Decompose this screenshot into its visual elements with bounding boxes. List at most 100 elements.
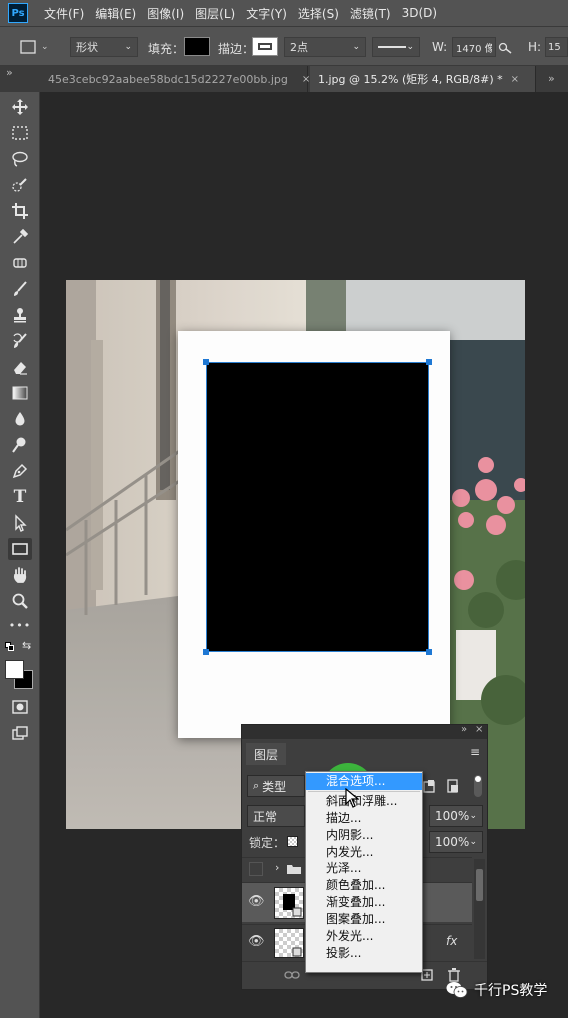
gradient-tool-icon[interactable]: [8, 382, 32, 404]
panel-expand-icon[interactable]: »: [6, 66, 13, 79]
rectangle-tool-icon[interactable]: [8, 538, 32, 560]
shape-mode-select[interactable]: 形状 ⌄: [70, 37, 138, 57]
menu-image[interactable]: 图像(I): [147, 5, 184, 22]
tab-label: 1.jpg @ 15.2% (矩形 4, RGB/8#) *: [318, 73, 503, 86]
width-input[interactable]: 1470 像: [452, 37, 496, 57]
menu-item-pattern-overlay[interactable]: 图案叠加...: [306, 911, 422, 928]
fill-swatch[interactable]: [184, 37, 210, 56]
chevron-down-icon: ⌄: [352, 42, 360, 52]
stroke-swatch[interactable]: [252, 37, 278, 56]
options-bar: ⌄ 形状 ⌄ 填充： 描边： 2点 ⌄ ⌄ W: 1470 像 H: 15: [0, 26, 568, 66]
eye-icon[interactable]: 👁: [248, 934, 265, 949]
pen-tool-icon[interactable]: [8, 460, 32, 482]
width-value: 1470 像: [456, 43, 492, 55]
transform-handle[interactable]: [426, 359, 432, 365]
menu-item-bevel-emboss[interactable]: 斜面和浮雕...: [306, 793, 422, 810]
move-tool-icon[interactable]: [8, 96, 32, 118]
menu-item-outer-glow[interactable]: 外发光...: [306, 928, 422, 945]
chevron-down-icon: ⌄: [406, 42, 414, 52]
brush-tool-icon[interactable]: [8, 278, 32, 300]
lock-transparent-icon[interactable]: [287, 836, 298, 847]
tab-layers[interactable]: 图层: [246, 743, 287, 765]
height-label: H:: [528, 40, 542, 54]
black-rectangle-shape[interactable]: [206, 362, 429, 652]
tab-document-1[interactable]: 45e3cebc92aabee58bdc15d2227e00bb.jpg ×: [40, 66, 310, 92]
fx-icon[interactable]: fx: [446, 934, 457, 948]
screen-mode-icon[interactable]: [8, 722, 32, 744]
close-icon[interactable]: ×: [511, 74, 519, 85]
history-brush-tool-icon[interactable]: [8, 330, 32, 352]
marquee-tool-icon[interactable]: [8, 122, 32, 144]
menu-bar: Ps 文件(F) 编辑(E) 图像(I) 图层(L) 文字(Y) 选择(S) 滤…: [0, 0, 568, 26]
tab-layers-label: 图层: [254, 747, 279, 762]
chevron-right-icon[interactable]: ›: [275, 861, 279, 874]
stroke-width-select[interactable]: 2点 ⌄: [284, 37, 366, 57]
folder-icon: [287, 865, 301, 874]
stroke-type-select[interactable]: ⌄: [372, 37, 420, 57]
filter-toggle[interactable]: [474, 775, 482, 797]
chevron-down-icon: ⌄: [124, 42, 132, 52]
blur-tool-icon[interactable]: [8, 408, 32, 430]
lasso-tool-icon[interactable]: [8, 148, 32, 170]
height-input[interactable]: 15: [545, 37, 568, 57]
default-colors-icon[interactable]: [5, 642, 15, 652]
rectangle-preset-icon: [20, 40, 36, 54]
opacity-input[interactable]: 100% ⌄: [429, 805, 483, 827]
menu-item-stroke[interactable]: 描边...: [306, 810, 422, 827]
menu-file[interactable]: 文件(F): [44, 5, 84, 22]
hand-tool-icon[interactable]: [8, 564, 32, 586]
quick-select-tool-icon[interactable]: [8, 174, 32, 196]
menu-3d[interactable]: 3D(D): [402, 6, 437, 20]
menu-item-satin[interactable]: 光泽...: [306, 860, 422, 877]
lock-label: 锁定：: [249, 836, 286, 850]
menu-item-inner-glow[interactable]: 内发光...: [306, 844, 422, 861]
close-panel-icon[interactable]: ×: [475, 724, 483, 735]
crop-tool-icon[interactable]: [8, 200, 32, 222]
layer-filter-select[interactable]: ⌕ 类型: [247, 775, 305, 797]
shape-mode-value: 形状: [76, 41, 98, 54]
eye-icon[interactable]: 👁: [248, 894, 265, 909]
path-select-tool-icon[interactable]: [8, 512, 32, 534]
tool-preset-picker[interactable]: ⌄: [20, 37, 60, 57]
dodge-tool-icon[interactable]: [8, 434, 32, 456]
menu-item-color-overlay[interactable]: 颜色叠加...: [306, 877, 422, 894]
fill-input[interactable]: 100% ⌄: [429, 831, 483, 853]
stamp-tool-icon[interactable]: [8, 304, 32, 326]
link-layers-icon[interactable]: [284, 970, 300, 980]
swap-colors-icon[interactable]: ⇆: [22, 639, 31, 652]
menu-filter[interactable]: 滤镜(T): [350, 5, 391, 22]
eraser-tool-icon[interactable]: [8, 356, 32, 378]
watermark: 千行PS教学: [446, 980, 547, 1000]
transform-handle[interactable]: [203, 359, 209, 365]
quick-mask-icon[interactable]: [8, 696, 32, 718]
type-tool-icon[interactable]: T: [8, 486, 32, 508]
menu-item-inner-shadow[interactable]: 内阴影...: [306, 827, 422, 844]
more-tools-icon[interactable]: •••: [8, 614, 32, 636]
blend-mode-select[interactable]: 正常: [247, 805, 305, 827]
zoom-tool-icon[interactable]: [8, 590, 32, 612]
layers-scrollbar[interactable]: [474, 859, 485, 959]
menu-item-drop-shadow[interactable]: 投影...: [306, 945, 422, 962]
more-tabs-icon[interactable]: »: [548, 72, 555, 85]
fill-label: 填充：: [148, 42, 185, 56]
filter-shape-icon[interactable]: [423, 779, 437, 793]
tab-document-2[interactable]: 1.jpg @ 15.2% (矩形 4, RGB/8#) * ×: [310, 66, 536, 92]
width-label: W:: [432, 40, 448, 54]
menu-layer[interactable]: 图层(L): [195, 5, 235, 22]
menu-select[interactable]: 选择(S): [298, 5, 339, 22]
menu-item-gradient-overlay[interactable]: 渐变叠加...: [306, 894, 422, 911]
filter-smart-object-icon[interactable]: [446, 779, 460, 793]
menu-item-blending-options[interactable]: 混合选项...: [306, 773, 422, 790]
menu-edit[interactable]: 编辑(E): [95, 5, 136, 22]
panel-menu-icon[interactable]: ≡: [470, 745, 480, 759]
link-dimensions-icon[interactable]: [498, 40, 514, 54]
eyedropper-tool-icon[interactable]: [8, 226, 32, 248]
collapse-panel-icon[interactable]: »: [461, 724, 467, 735]
transform-handle[interactable]: [203, 649, 209, 655]
patch-tool-icon[interactable]: [8, 252, 32, 274]
foreground-color-swatch[interactable]: [5, 660, 24, 679]
visibility-toggle[interactable]: [249, 862, 263, 876]
transform-handle[interactable]: [426, 649, 432, 655]
menu-type[interactable]: 文字(Y): [246, 5, 287, 22]
close-icon[interactable]: ×: [302, 74, 310, 85]
